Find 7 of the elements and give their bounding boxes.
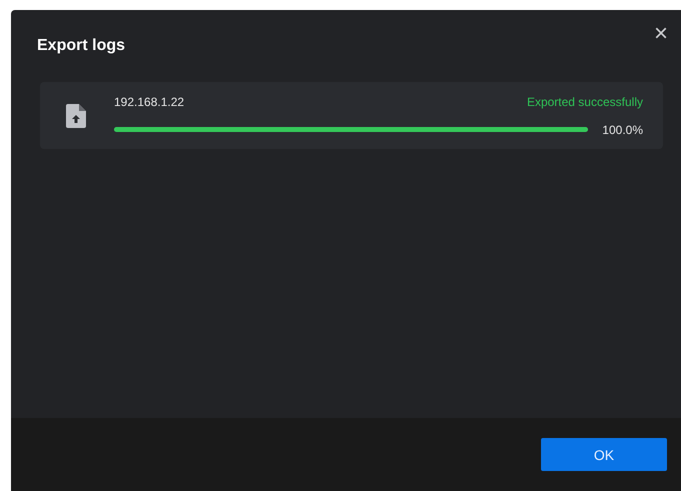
file-upload-icon [66,104,86,128]
dialog-title: Export logs [37,37,126,55]
host-address: 192.168.1.22 [114,94,184,108]
progress-percent: 100.0% [602,122,643,136]
status-text: Exported successfully [526,94,643,108]
ok-button[interactable]: OK [541,438,667,471]
close-button[interactable]: × [654,22,668,46]
